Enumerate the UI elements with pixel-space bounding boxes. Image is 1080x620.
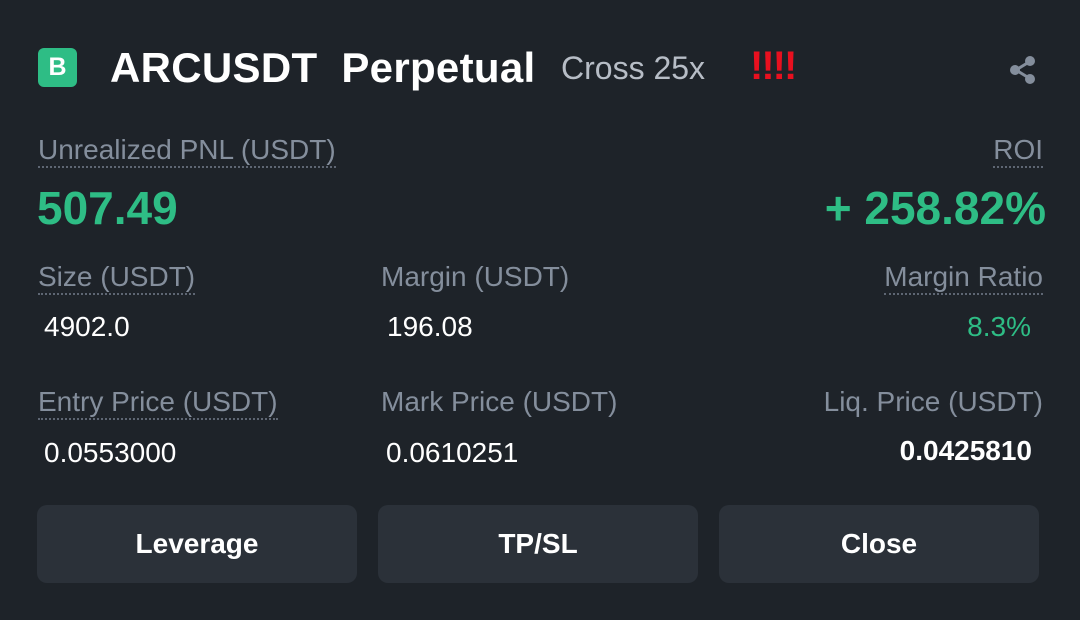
exchange-badge-icon: B: [38, 48, 77, 87]
warning-indicator: !!!!: [750, 44, 797, 88]
size-label-text: Size (USDT): [38, 261, 196, 295]
tpsl-button[interactable]: TP/SL: [378, 505, 698, 583]
share-icon[interactable]: [1007, 55, 1037, 85]
margin-value: 196.08: [387, 311, 473, 342]
entry-price-label-text: Entry Price (USDT): [38, 386, 278, 420]
close-position-button[interactable]: Close: [719, 505, 1039, 583]
roi-label[interactable]: ROI: [993, 134, 1043, 168]
liq-price-value: 0.0425810: [899, 435, 1032, 466]
mark-price-label: Mark Price (USDT): [381, 386, 618, 417]
size-label[interactable]: Size (USDT): [38, 261, 196, 295]
unrealized-pnl-label[interactable]: Unrealized PNL (USDT): [38, 134, 336, 168]
unrealized-pnl-value: 507.49: [37, 182, 178, 234]
liq-price-label: Liq. Price (USDT): [823, 386, 1043, 417]
size-value: 4902.0: [44, 311, 130, 342]
margin-ratio-label-text: Margin Ratio: [884, 261, 1043, 295]
margin-mode-label[interactable]: Cross 25x: [561, 50, 705, 87]
unrealized-pnl-label-text: Unrealized PNL (USDT): [38, 134, 336, 168]
leverage-button[interactable]: Leverage: [37, 505, 357, 583]
roi-value: + 258.82%: [824, 182, 1046, 234]
position-card: B ARCUSDT Perpetual Cross 25x !!!! Unrea…: [0, 0, 1080, 620]
margin-label: Margin (USDT): [381, 261, 570, 292]
margin-ratio-label[interactable]: Margin Ratio: [884, 261, 1043, 295]
mark-price-value: 0.0610251: [386, 437, 519, 468]
position-header: B ARCUSDT Perpetual Cross 25x !!!!: [38, 36, 1048, 98]
roi-label-text: ROI: [993, 134, 1043, 168]
entry-price-label[interactable]: Entry Price (USDT): [38, 386, 278, 420]
entry-price-value: 0.0553000: [44, 437, 177, 468]
symbol-title[interactable]: ARCUSDT Perpetual: [110, 44, 535, 92]
margin-ratio-value: 8.3%: [967, 311, 1031, 342]
